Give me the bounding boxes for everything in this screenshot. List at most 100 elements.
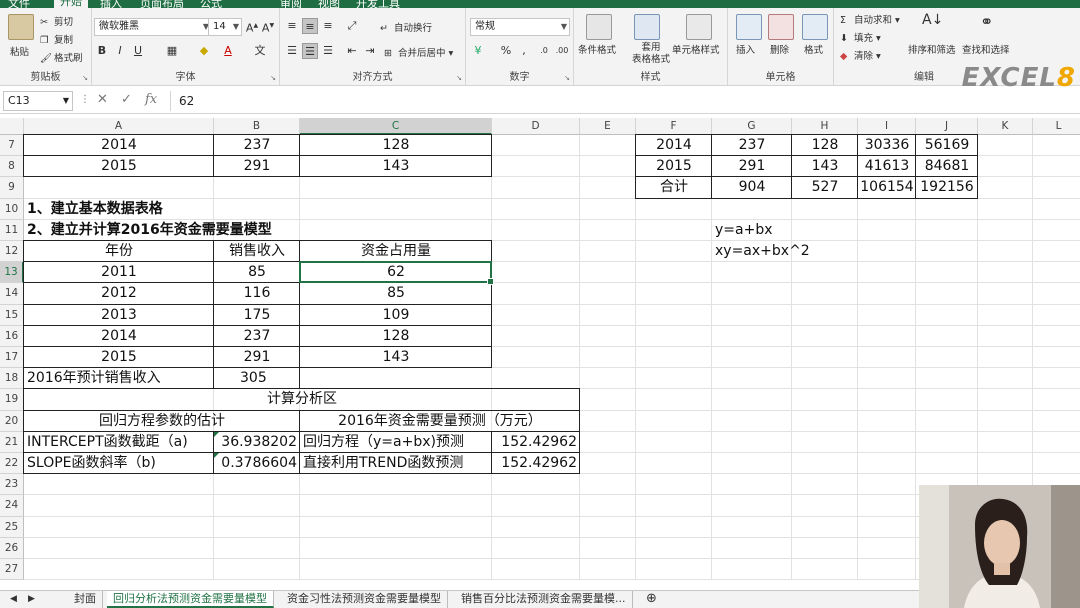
cell-styles-button[interactable]: 单元格样式 xyxy=(672,42,720,56)
insert-cells-icon[interactable] xyxy=(736,14,762,40)
cell-H8[interactable]: 143 xyxy=(792,156,858,177)
cell-A8[interactable]: 2015 xyxy=(24,156,214,177)
autosum-button[interactable]: Σ 自动求和 ▾ xyxy=(840,12,900,27)
cell-A13[interactable]: 2011 xyxy=(24,262,214,283)
cell-C7[interactable]: 128 xyxy=(300,135,492,156)
cell-A12[interactable]: 年份 xyxy=(24,241,214,262)
shrink-font-icon[interactable]: A▼ xyxy=(260,18,276,35)
row-header-15[interactable]: 15 xyxy=(0,304,24,326)
column-header-E[interactable]: E xyxy=(580,118,636,135)
format-button[interactable]: 格式 xyxy=(804,42,823,56)
wrap-text-button[interactable]: ↵ 自动换行 xyxy=(380,20,432,35)
cell-C21[interactable]: 回归方程（y=a+bx)预测 xyxy=(300,432,492,453)
cell-B7[interactable]: 237 xyxy=(214,135,300,156)
cell-J7[interactable]: 56169 xyxy=(916,135,978,156)
cell-D21[interactable]: 152.42962 xyxy=(492,432,580,453)
cell-B17[interactable]: 291 xyxy=(214,347,300,368)
cell-G7[interactable]: 237 xyxy=(712,135,792,156)
name-box[interactable]: C13 ▼ xyxy=(3,91,73,111)
scroll-left-icon[interactable]: ◀ xyxy=(4,591,23,608)
font-name-combo[interactable]: 微软雅黑 ▼ xyxy=(94,18,212,36)
grow-font-icon[interactable]: A▲ xyxy=(244,18,260,35)
format-as-table-icon[interactable] xyxy=(634,14,660,40)
error-indicator-icon[interactable] xyxy=(214,431,219,437)
cell-H7[interactable]: 128 xyxy=(792,135,858,156)
cell-A21[interactable]: INTERCEPT函数截距（a) xyxy=(24,432,214,453)
clipboard-launcher-icon[interactable]: ↘ xyxy=(82,74,88,82)
comma-icon[interactable]: , xyxy=(516,43,532,59)
cell-B8[interactable]: 291 xyxy=(214,156,300,177)
cell-F8[interactable]: 2015 xyxy=(636,156,712,177)
format-as-table-button[interactable]: 套用 表格格式 xyxy=(632,42,670,66)
bold-icon[interactable]: B xyxy=(94,43,110,59)
column-header-L[interactable]: L xyxy=(1033,118,1080,135)
percent-icon[interactable]: % xyxy=(498,43,514,59)
merge-center-button[interactable]: ⊞ 合并后居中 ▾ xyxy=(384,45,453,60)
cell-C20[interactable]: 2016年资金需要量预测（万元） xyxy=(300,411,580,432)
italic-icon[interactable]: I xyxy=(112,43,128,59)
cell-G12[interactable]: xy=ax+bx^2 xyxy=(712,241,810,262)
currency-icon[interactable]: ¥ xyxy=(470,43,486,59)
paste-button[interactable]: 粘贴 xyxy=(10,44,29,58)
column-header-B[interactable]: B xyxy=(214,118,300,135)
binoculars-icon[interactable]: ⚭ xyxy=(980,12,1002,38)
row-header-27[interactable]: 27 xyxy=(0,559,24,581)
enter-icon[interactable]: ✓ xyxy=(121,92,132,107)
cut-button[interactable]: ✂ 剪切 xyxy=(40,14,73,29)
align-middle-icon[interactable]: ≡ xyxy=(302,18,318,34)
delete-button[interactable]: 删除 xyxy=(770,42,789,56)
column-header-C[interactable]: C xyxy=(300,118,492,135)
cell-A10[interactable]: 1、建立基本数据表格 xyxy=(24,199,214,220)
cell-C14[interactable]: 85 xyxy=(300,283,492,304)
cell-B15[interactable]: 175 xyxy=(214,305,300,326)
column-header-I[interactable]: I xyxy=(858,118,916,135)
row-header-12[interactable]: 12 xyxy=(0,241,24,263)
clear-button[interactable]: ◆ 清除 ▾ xyxy=(840,48,881,63)
row-header-18[interactable]: 18 xyxy=(0,368,24,390)
orientation-icon[interactable]: ⤢ xyxy=(344,18,360,34)
cell-G11[interactable]: y=a+bx xyxy=(712,220,792,241)
sheet-tab-sales-percentage[interactable]: 销售百分比法预测资金需要量模... xyxy=(455,591,633,608)
number-format-combo[interactable]: 常规 ▼ xyxy=(470,18,570,36)
cell-G8[interactable]: 291 xyxy=(712,156,792,177)
cell-C16[interactable]: 128 xyxy=(300,326,492,347)
column-header-D[interactable]: D xyxy=(492,118,580,135)
cell-B22[interactable]: 0.3786604 xyxy=(214,453,300,474)
add-sheet-icon[interactable]: ⊕ xyxy=(640,591,663,608)
align-center-icon[interactable]: ☰ xyxy=(302,43,318,59)
cell-A15[interactable]: 2013 xyxy=(24,305,214,326)
cell-H9[interactable]: 527 xyxy=(792,177,858,198)
sheet-tab-cover[interactable]: 封面 xyxy=(68,591,103,608)
row-header-17[interactable]: 17 xyxy=(0,347,24,369)
sort-filter-icon[interactable]: A↓ xyxy=(922,12,944,38)
borders-icon[interactable]: ▦ xyxy=(164,43,180,59)
increase-indent-icon[interactable]: ⇥ xyxy=(362,43,378,59)
cell-D22[interactable]: 152.42962 xyxy=(492,453,580,474)
cell-A19[interactable]: 计算分析区 xyxy=(24,389,580,410)
font-launcher-icon[interactable]: ↘ xyxy=(270,74,276,82)
cell-C15[interactable]: 109 xyxy=(300,305,492,326)
cell-A22[interactable]: SLOPE函数斜率（b) xyxy=(24,453,214,474)
cell-I9[interactable]: 106154 xyxy=(858,177,916,198)
align-bottom-icon[interactable]: ≡ xyxy=(320,18,336,34)
row-header-7[interactable]: 7 xyxy=(0,135,24,157)
row-header-20[interactable]: 20 xyxy=(0,410,24,432)
cell-A18[interactable]: 2016年预计销售收入 xyxy=(24,368,214,389)
select-all-corner[interactable] xyxy=(0,118,24,135)
underline-icon[interactable]: U xyxy=(130,43,146,59)
row-header-25[interactable]: 25 xyxy=(0,516,24,538)
column-header-H[interactable]: H xyxy=(792,118,858,135)
insert-function-icon[interactable]: fx xyxy=(145,92,157,107)
row-header-13[interactable]: 13 xyxy=(0,262,24,284)
cell-A11[interactable]: 2、建立并计算2016年资金需要量模型 xyxy=(24,220,272,241)
cell-B18[interactable]: 305 xyxy=(214,368,300,389)
column-header-J[interactable]: J xyxy=(916,118,978,135)
row-header-10[interactable]: 10 xyxy=(0,198,24,220)
selected-cell-c13[interactable] xyxy=(299,261,494,286)
error-indicator-icon[interactable] xyxy=(214,453,219,458)
cell-I7[interactable]: 30336 xyxy=(858,135,916,156)
align-right-icon[interactable]: ☰ xyxy=(320,43,336,59)
format-painter-button[interactable]: 🖌 格式刷 xyxy=(40,50,83,65)
cell-C17[interactable]: 143 xyxy=(300,347,492,368)
cell-F7[interactable]: 2014 xyxy=(636,135,712,156)
